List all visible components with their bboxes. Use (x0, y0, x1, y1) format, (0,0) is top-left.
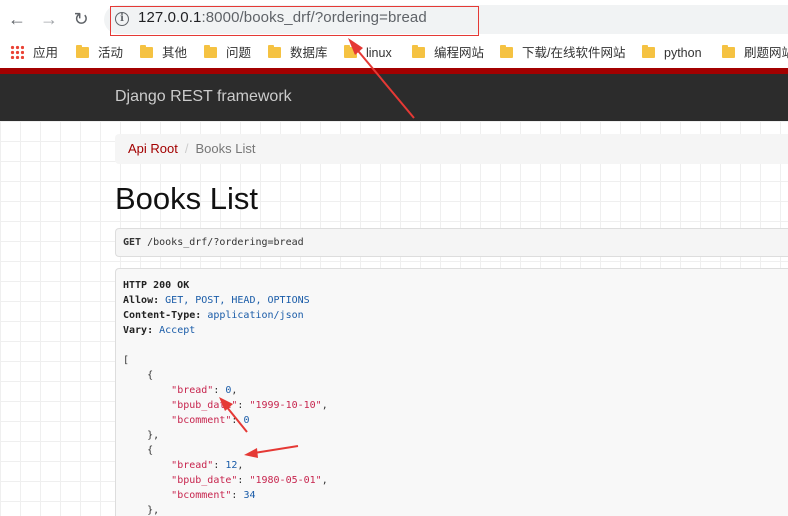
bookmark-label: 下载/在线软件网站 (522, 46, 626, 60)
bookmark-label: 编程网站 (434, 46, 485, 60)
bookmark-label: 刷题网站 (744, 46, 788, 60)
bookmark-folder[interactable]: 刷题网站 (722, 44, 788, 62)
header-name: Vary: (123, 325, 154, 336)
folder-icon (500, 45, 513, 58)
bookmark-folder[interactable]: 活动 (76, 44, 123, 62)
bookmark-label: 应用 (33, 46, 59, 60)
folder-icon (642, 45, 655, 58)
breadcrumb-current: Books List (195, 141, 256, 156)
folder-icon (204, 45, 217, 58)
bookmark-folder[interactable]: python (642, 44, 702, 62)
breadcrumb-api-root-link[interactable]: Api Root (128, 141, 178, 156)
folder-icon (344, 45, 357, 58)
bookmarks-bar: 应用 活动 其他 问题 数据库 linux 编程网站 下载/在线软件网站 pyt… (0, 38, 788, 68)
bookmark-label: 其他 (162, 46, 188, 60)
request-method: GET (123, 237, 142, 248)
response-info: HTTP 200 OK Allow: GET, POST, HEAD, OPTIO… (115, 268, 788, 516)
header-value: GET, POST, HEAD, OPTIONS (165, 295, 310, 306)
request-info: GET /books_drf/?ordering=bread (115, 228, 788, 257)
request-path: /books_drf/?ordering=bread (147, 237, 304, 248)
header-value: application/json (207, 310, 304, 321)
json-value-bcomment: 0 (243, 415, 250, 426)
reload-icon[interactable]: ↻ (70, 8, 92, 30)
json-value-bcomment: 34 (243, 490, 256, 501)
bookmark-folder[interactable]: 编程网站 (412, 44, 484, 62)
bookmark-apps[interactable]: 应用 (10, 44, 58, 62)
navbar: Django REST framework (0, 74, 788, 121)
bookmark-folder[interactable]: 问题 (204, 44, 251, 62)
breadcrumb-separator: / (184, 141, 189, 156)
folder-icon (412, 45, 425, 58)
header-value: Accept (159, 325, 196, 336)
folder-icon (76, 45, 89, 58)
bookmark-folder[interactable]: 下载/在线软件网站 (500, 44, 625, 62)
bookmark-label: python (664, 46, 702, 60)
navbar-brand[interactable]: Django REST framework (115, 88, 292, 106)
json-value-bpub-date: "1999-10-10" (249, 400, 322, 411)
bookmark-folder[interactable]: 其他 (140, 44, 187, 62)
bookmark-label: 问题 (226, 46, 252, 60)
header-name: Allow: (123, 295, 160, 306)
bookmark-label: 数据库 (290, 46, 328, 60)
folder-icon (140, 45, 153, 58)
apps-grid-icon (10, 45, 24, 59)
url-annotation-box (110, 6, 479, 36)
json-open-bracket: [ (123, 355, 130, 366)
page-content: Api Root / Books List Books List GET /book… (0, 121, 788, 516)
header-name: Content-Type: (123, 310, 202, 321)
json-value-bpub-date: "1980-05-01" (249, 475, 322, 486)
page-title: Books List (115, 181, 259, 216)
browser-toolbar: ← → ↻ i 127.0.0.1:8000/books_drf/?orderi… (0, 0, 788, 38)
breadcrumb: Api Root / Books List (115, 134, 788, 164)
bookmark-folder[interactable]: 数据库 (268, 44, 328, 62)
folder-icon (268, 45, 281, 58)
bookmark-folder[interactable]: linux (344, 44, 392, 62)
response-status: HTTP 200 OK (123, 280, 190, 291)
json-value-bread: 12 (225, 460, 238, 471)
forward-arrow-icon[interactable]: → (38, 8, 60, 30)
bookmark-label: 活动 (98, 46, 124, 60)
back-arrow-icon[interactable]: ← (6, 8, 28, 30)
folder-icon (722, 45, 735, 58)
bookmark-label: linux (366, 46, 392, 60)
